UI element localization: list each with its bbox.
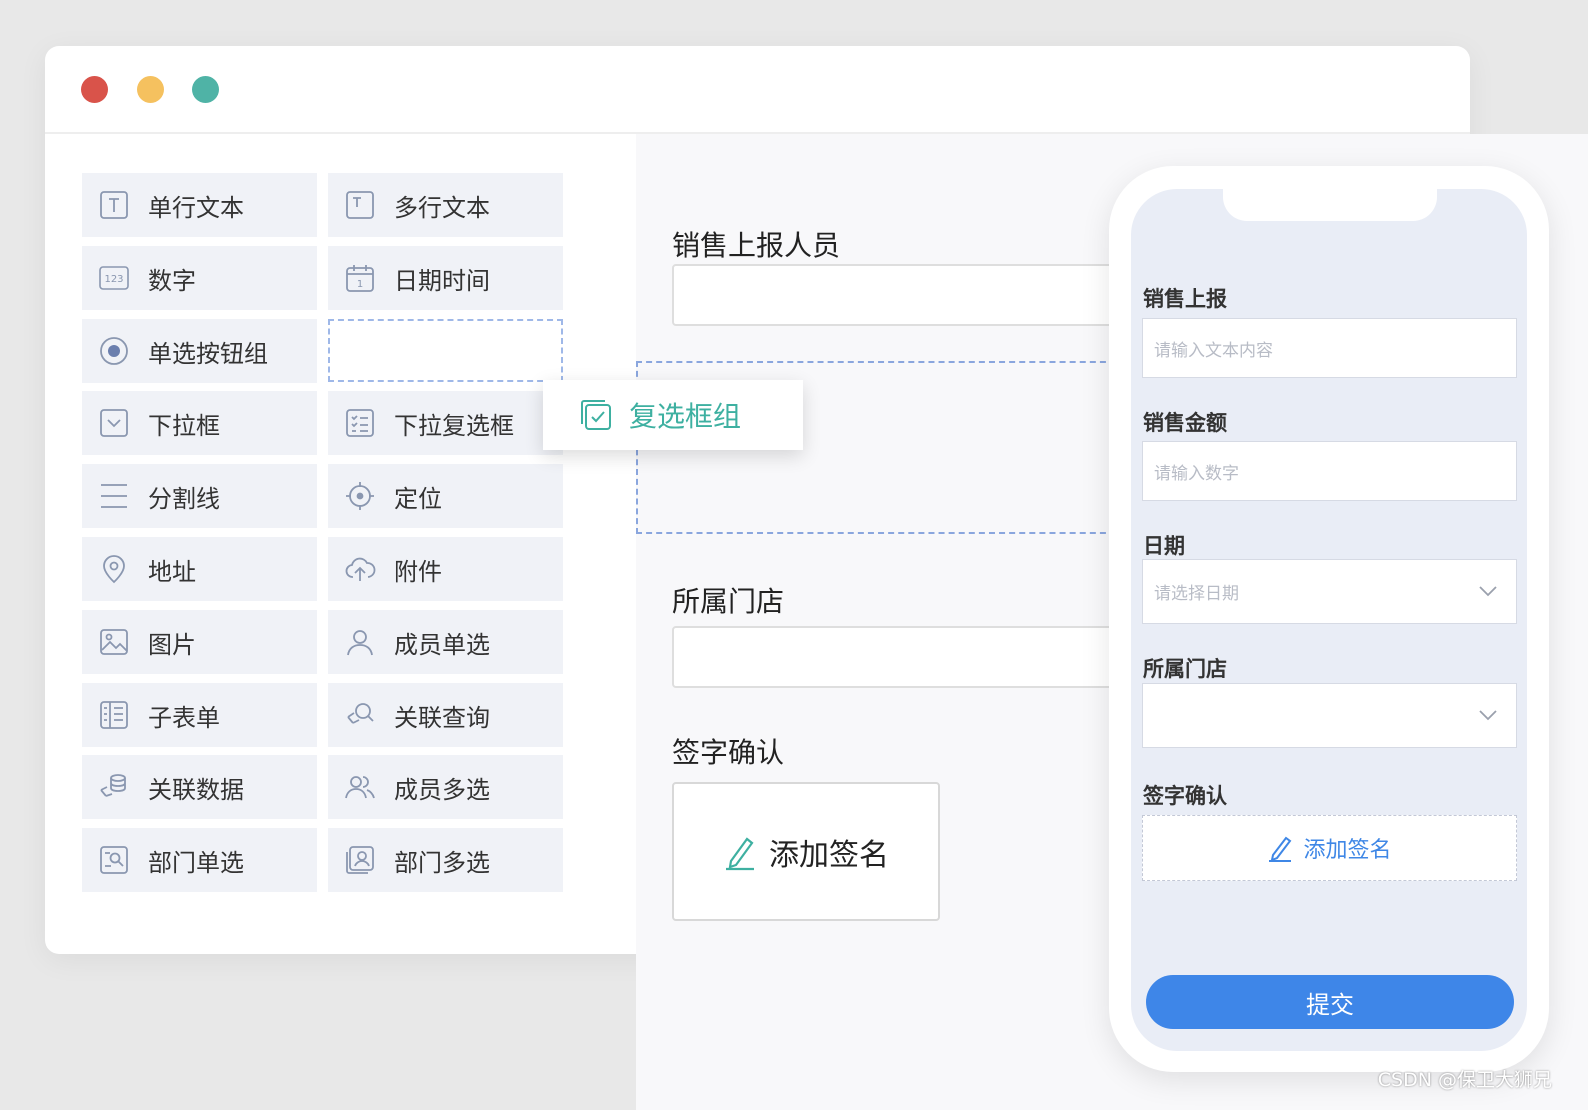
palette-item-label: 关联查询 xyxy=(394,703,490,732)
palette-item-divider[interactable]: 分割线 xyxy=(82,464,317,528)
palette-item-member-single[interactable]: 成员单选 xyxy=(328,610,563,674)
users-icon xyxy=(344,771,376,803)
single-line-text-icon xyxy=(98,189,130,221)
palette-item-multi-dropdown[interactable]: 下拉复选框 xyxy=(328,391,563,455)
palette-item-label: 图片 xyxy=(148,630,196,659)
palette-item-label: 数字 xyxy=(148,266,196,295)
link-data-icon xyxy=(98,771,130,803)
close-window-button[interactable] xyxy=(81,76,108,103)
mobile-preview: 销售上报 请输入文本内容 销售金额 请输入数字 日期 请选择日期 所属门店 签字… xyxy=(1109,166,1549,1072)
palette-item-locate[interactable]: 定位 xyxy=(328,464,563,528)
svg-text:1: 1 xyxy=(357,279,363,290)
palette-item-attachment[interactable]: 附件 xyxy=(328,537,563,601)
map-pin-icon xyxy=(98,553,130,585)
palette-item-label: 定位 xyxy=(394,484,442,513)
palette-item-multi-line-text[interactable]: 多行文本 xyxy=(328,173,563,237)
subform-icon xyxy=(98,699,130,731)
store-input[interactable] xyxy=(672,626,1117,688)
field-label-store: 所属门店 xyxy=(672,585,785,618)
palette-item-label: 地址 xyxy=(148,557,196,586)
palette-item-label: 下拉框 xyxy=(148,411,220,440)
palette-item-datetime[interactable]: 1 日期时间 xyxy=(328,246,563,310)
title-bar xyxy=(45,46,1470,134)
palette-item-address[interactable]: 地址 xyxy=(82,537,317,601)
add-signature-button[interactable]: 添加签名 xyxy=(672,782,940,921)
mobile-label-signature: 签字确认 xyxy=(1143,784,1227,808)
palette-item-dept-multi[interactable]: 部门多选 xyxy=(328,828,563,892)
palette-item-radio-group[interactable]: 单选按钮组 xyxy=(82,319,317,383)
field-label-sales-reporter: 销售上报人员 xyxy=(672,229,841,262)
add-signature-label: 添加签名 xyxy=(769,837,889,873)
mobile-sales-amount-input[interactable]: 请输入数字 xyxy=(1142,441,1517,501)
mobile-label-sales-amount: 销售金额 xyxy=(1143,411,1227,435)
mobile-store-select[interactable] xyxy=(1142,683,1517,748)
mobile-label-store: 所属门店 xyxy=(1143,657,1227,681)
dept-multi-icon xyxy=(344,844,376,876)
palette-item-label: 下拉复选框 xyxy=(394,411,514,440)
mobile-sales-report-input[interactable]: 请输入文本内容 xyxy=(1142,318,1517,378)
pen-icon xyxy=(1269,836,1292,862)
minimize-window-button[interactable] xyxy=(137,76,164,103)
palette-item-link-search[interactable]: 关联查询 xyxy=(328,683,563,747)
upload-cloud-icon xyxy=(344,553,376,585)
mobile-date-select[interactable]: 请选择日期 xyxy=(1142,559,1517,624)
svg-text:123: 123 xyxy=(104,274,123,285)
mobile-label-date: 日期 xyxy=(1143,534,1185,558)
divider-icon xyxy=(98,480,130,512)
palette-item-member-multi[interactable]: 成员多选 xyxy=(328,755,563,819)
palette-item-label: 附件 xyxy=(394,557,442,586)
radio-icon xyxy=(98,335,130,367)
sales-reporter-input[interactable] xyxy=(672,264,1117,326)
user-icon xyxy=(344,626,376,658)
palette-item-dropdown[interactable]: 下拉框 xyxy=(82,391,317,455)
palette-item-single-line-text[interactable]: 单行文本 xyxy=(82,173,317,237)
palette-item-label: 分割线 xyxy=(148,484,220,513)
dragging-component-checkbox-group[interactable]: 复选框组 xyxy=(543,380,803,450)
placeholder: 请选择日期 xyxy=(1154,584,1239,604)
maximize-window-button[interactable] xyxy=(192,76,219,103)
link-search-icon xyxy=(344,699,376,731)
locate-icon xyxy=(344,480,376,512)
mobile-label-sales-report: 销售上报 xyxy=(1143,287,1227,311)
checklist-icon xyxy=(344,407,376,439)
placeholder: 请输入文本内容 xyxy=(1154,340,1273,361)
palette-item-label: 成员单选 xyxy=(394,630,490,659)
pen-icon xyxy=(726,836,754,870)
chevron-down-icon xyxy=(1479,710,1497,721)
palette-item-subform[interactable]: 子表单 xyxy=(82,683,317,747)
palette-item-number[interactable]: 123 数字 xyxy=(82,246,317,310)
mobile-screen: 销售上报 请输入文本内容 销售金额 请输入数字 日期 请选择日期 所属门店 签字… xyxy=(1131,189,1527,1051)
dropdown-icon xyxy=(98,407,130,439)
palette-item-label: 部门单选 xyxy=(148,848,244,877)
palette-item-label: 成员多选 xyxy=(394,775,490,804)
palette-drop-placeholder xyxy=(328,319,563,382)
watermark: CSDN @保卫大狮兄 xyxy=(1377,1069,1552,1091)
palette-item-image[interactable]: 图片 xyxy=(82,610,317,674)
submit-button[interactable]: 提交 xyxy=(1146,975,1514,1029)
dept-icon xyxy=(98,844,130,876)
mobile-add-signature-button[interactable]: 添加签名 xyxy=(1142,815,1517,881)
palette-item-label: 关联数据 xyxy=(148,775,244,804)
field-label-signature: 签字确认 xyxy=(672,736,785,769)
checkbox-group-icon xyxy=(581,400,611,430)
palette-item-link-data[interactable]: 关联数据 xyxy=(82,755,317,819)
palette-item-label: 部门多选 xyxy=(394,848,490,877)
palette-item-label: 子表单 xyxy=(148,703,220,732)
number-icon: 123 xyxy=(98,262,130,294)
multi-line-text-icon xyxy=(344,189,376,221)
palette-item-label: 单行文本 xyxy=(148,193,244,222)
dragging-label: 复选框组 xyxy=(629,400,742,433)
image-icon xyxy=(98,626,130,658)
palette-item-label: 多行文本 xyxy=(394,193,490,222)
chevron-down-icon xyxy=(1479,586,1497,597)
palette-item-label: 日期时间 xyxy=(394,266,490,295)
palette-item-dept-single[interactable]: 部门单选 xyxy=(82,828,317,892)
mobile-add-signature-label: 添加签名 xyxy=(1303,838,1392,863)
placeholder: 请输入数字 xyxy=(1154,463,1239,484)
calendar-icon: 1 xyxy=(344,262,376,294)
phone-notch xyxy=(1223,189,1437,221)
palette-item-label: 单选按钮组 xyxy=(148,339,268,368)
